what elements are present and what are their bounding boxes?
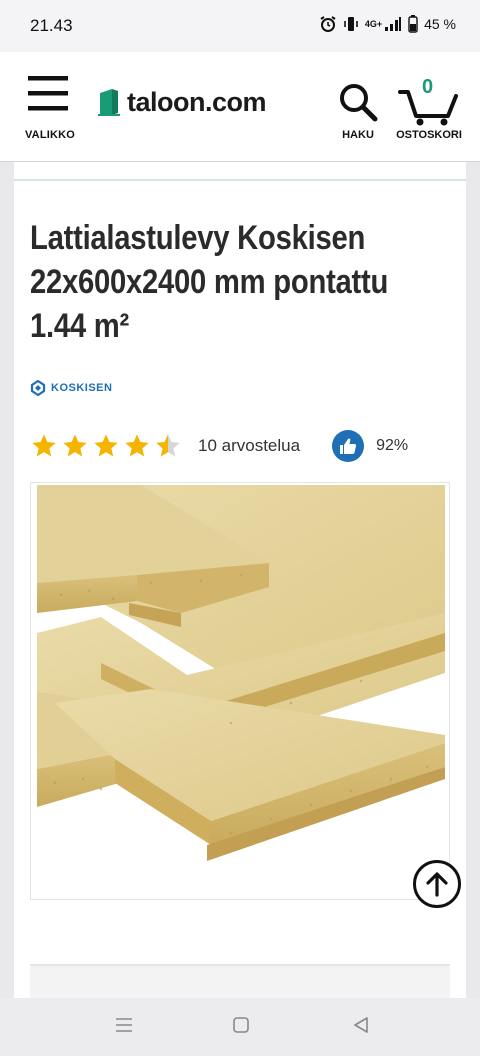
brand-name: KOSKISEN — [51, 382, 113, 394]
divider — [14, 179, 466, 181]
half-star-icon — [156, 434, 180, 457]
system-nav-bar — [0, 998, 480, 1056]
star-icon — [125, 434, 149, 457]
status-bar: 21.43 4G+ 45 % — [0, 0, 480, 52]
vibrate-icon — [344, 17, 358, 31]
menu-label: VALIKKO — [24, 129, 76, 141]
logo-mark-icon — [98, 89, 120, 116]
status-icons: 4G+ 45 % — [319, 15, 456, 33]
product-image[interactable] — [30, 482, 450, 900]
cart-label: OSTOSKORI — [396, 129, 462, 141]
thumbs-up-icon — [332, 430, 365, 462]
alarm-icon — [320, 16, 336, 32]
next-section-card — [30, 964, 450, 998]
star-icon — [63, 434, 87, 457]
recommend-percentage: 92% — [376, 437, 409, 454]
site-logo[interactable]: taloon.com — [96, 82, 267, 122]
battery-level: 45 % — [424, 16, 456, 32]
rating-row: 10 arvostelua 92% — [30, 428, 450, 464]
product-title: Lattialastulevy Koskisen 22x600x2400 mm … — [30, 219, 389, 345]
chipboard-panels-image — [31, 483, 449, 899]
rating-stars[interactable] — [30, 432, 182, 460]
logo-text: taloon.com — [127, 86, 267, 117]
search-icon — [340, 84, 378, 122]
home-icon[interactable] — [232, 1016, 250, 1034]
product-content: Lattialastulevy Koskisen 22x600x2400 mm … — [14, 162, 466, 998]
star-icon — [32, 434, 56, 457]
arrow-up-icon — [426, 872, 448, 897]
scroll-to-top-button[interactable] — [413, 860, 461, 908]
cart-count: 0 — [422, 76, 434, 98]
star-icon — [94, 434, 118, 457]
search-button[interactable]: HAKU — [330, 76, 386, 146]
site-header: VALIKKO taloon.com HAKU 0 OSTOSKORI — [0, 52, 480, 162]
back-icon[interactable] — [352, 1016, 370, 1034]
status-time: 21.43 — [30, 16, 73, 35]
signal-icon — [385, 17, 402, 31]
koskisen-logo-icon — [30, 380, 46, 396]
network-type: 4G+ — [364, 19, 383, 29]
cart-button[interactable]: 0 OSTOSKORI — [396, 74, 462, 146]
brand-link[interactable]: KOSKISEN — [30, 380, 112, 396]
battery-icon — [408, 15, 418, 33]
recent-apps-icon[interactable] — [114, 1016, 134, 1034]
hamburger-icon — [28, 76, 68, 111]
menu-button[interactable]: VALIKKO — [22, 74, 78, 146]
search-label: HAKU — [342, 129, 374, 141]
review-count[interactable]: 10 arvostelua — [198, 436, 300, 456]
